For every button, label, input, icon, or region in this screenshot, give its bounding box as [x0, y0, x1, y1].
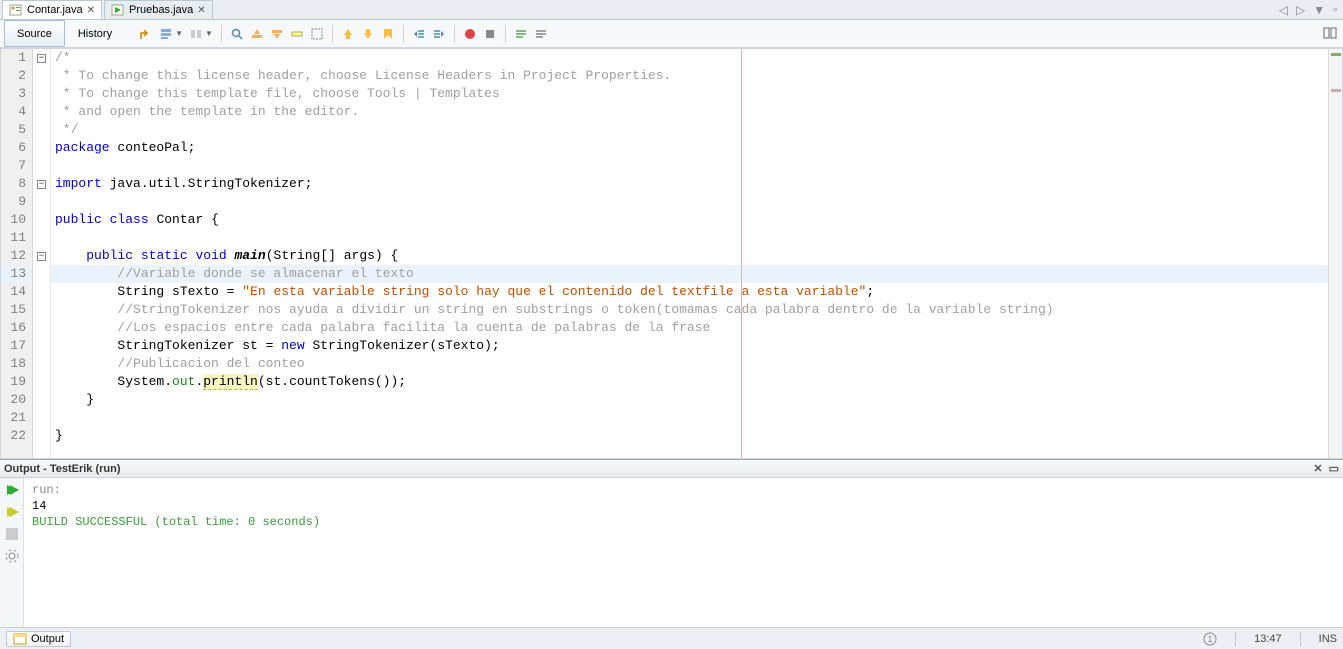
maximize-icon[interactable]: ▫ [1333, 4, 1337, 16]
editor-toolbar: Source History ▼ ▼ [0, 20, 1343, 48]
uncomment-icon[interactable] [532, 25, 550, 43]
notifications-icon[interactable]: 1 [1203, 632, 1217, 646]
status-bar: Output 1 13:47 INS [0, 627, 1343, 649]
java-class-icon [9, 3, 23, 17]
next-bookmark-icon[interactable] [359, 25, 377, 43]
toggle-rect-icon[interactable] [308, 25, 326, 43]
settings-icon[interactable] [4, 548, 20, 564]
code-area[interactable]: /* * To change this license header, choo… [51, 49, 1342, 458]
file-tab-pruebas[interactable]: Pruebas.java ✕ [104, 0, 213, 19]
find-selection-icon[interactable] [228, 25, 246, 43]
output-console[interactable]: run: 14 BUILD SUCCESSFUL (total time: 0 … [24, 478, 1343, 627]
close-icon[interactable]: ✕ [87, 5, 95, 16]
rerun-alt-icon[interactable] [4, 504, 20, 520]
stop-macro-icon[interactable] [481, 25, 499, 43]
output-tab-button[interactable]: Output [6, 631, 71, 647]
file-tabs-bar: Contar.java ✕ Pruebas.java ✕ ◁ ▷ ▼ ▫ [0, 0, 1343, 20]
output-line: run: [32, 482, 1335, 498]
history-tab[interactable]: History [65, 20, 125, 47]
shift-left-icon[interactable] [410, 25, 428, 43]
output-header: Output - TestErik (run) ✕ ▭ [0, 460, 1343, 478]
caret-position: 13:47 [1254, 633, 1282, 645]
file-tab-label: Contar.java [27, 4, 83, 16]
fold-toggle-icon[interactable]: − [37, 54, 46, 63]
line-gutter: 12345678910111213141516171819202122 [1, 49, 33, 458]
file-tab-label: Pruebas.java [129, 4, 193, 16]
show-selection-icon[interactable] [157, 25, 175, 43]
source-tab[interactable]: Source [4, 20, 65, 47]
prev-bookmark-icon[interactable] [339, 25, 357, 43]
output-title: Output - TestErik (run) [4, 463, 121, 475]
scroll-left-icon[interactable]: ◁ [1279, 3, 1288, 17]
diff-icon[interactable] [187, 25, 205, 43]
tabs-arrows: ◁ ▷ ▼ ▫ [1279, 0, 1343, 19]
stop-icon[interactable] [4, 526, 20, 542]
output-sidebar [0, 478, 24, 627]
start-macro-icon[interactable] [461, 25, 479, 43]
svg-text:1: 1 [1208, 634, 1213, 644]
dropdown-caret-icon[interactable]: ▼ [175, 29, 183, 38]
shift-right-icon[interactable] [430, 25, 448, 43]
split-icon[interactable] [1321, 24, 1339, 42]
insert-mode: INS [1319, 633, 1337, 645]
minimize-icon[interactable]: ▭ [1329, 462, 1339, 475]
find-prev-icon[interactable] [248, 25, 266, 43]
find-next-icon[interactable] [268, 25, 286, 43]
comment-icon[interactable] [512, 25, 530, 43]
close-icon[interactable]: ✕ [1313, 462, 1322, 475]
fold-gutter: − − − [33, 49, 51, 458]
output-line: 14 [32, 498, 1335, 514]
close-icon[interactable]: ✕ [197, 5, 205, 16]
fold-toggle-icon[interactable]: − [37, 180, 46, 189]
output-line: BUILD SUCCESSFUL (total time: 0 seconds) [32, 514, 1335, 530]
dropdown-caret-icon[interactable]: ▼ [205, 29, 213, 38]
output-panel: Output - TestErik (run) ✕ ▭ run: 14 BUIL… [0, 459, 1343, 627]
dropdown-icon[interactable]: ▼ [1313, 3, 1325, 17]
error-stripe[interactable] [1328, 49, 1342, 458]
file-tab-contar[interactable]: Contar.java ✕ [2, 0, 102, 19]
rerun-icon[interactable] [4, 482, 20, 498]
toggle-highlight-icon[interactable] [288, 25, 306, 43]
margin-guide [741, 49, 742, 458]
java-start-icon [111, 3, 125, 17]
last-edit-icon[interactable] [137, 25, 155, 43]
code-editor[interactable]: 12345678910111213141516171819202122 − − … [0, 48, 1343, 459]
scroll-right-icon[interactable]: ▷ [1296, 3, 1305, 17]
toggle-bookmark-icon[interactable] [379, 25, 397, 43]
fold-toggle-icon[interactable]: − [37, 252, 46, 261]
